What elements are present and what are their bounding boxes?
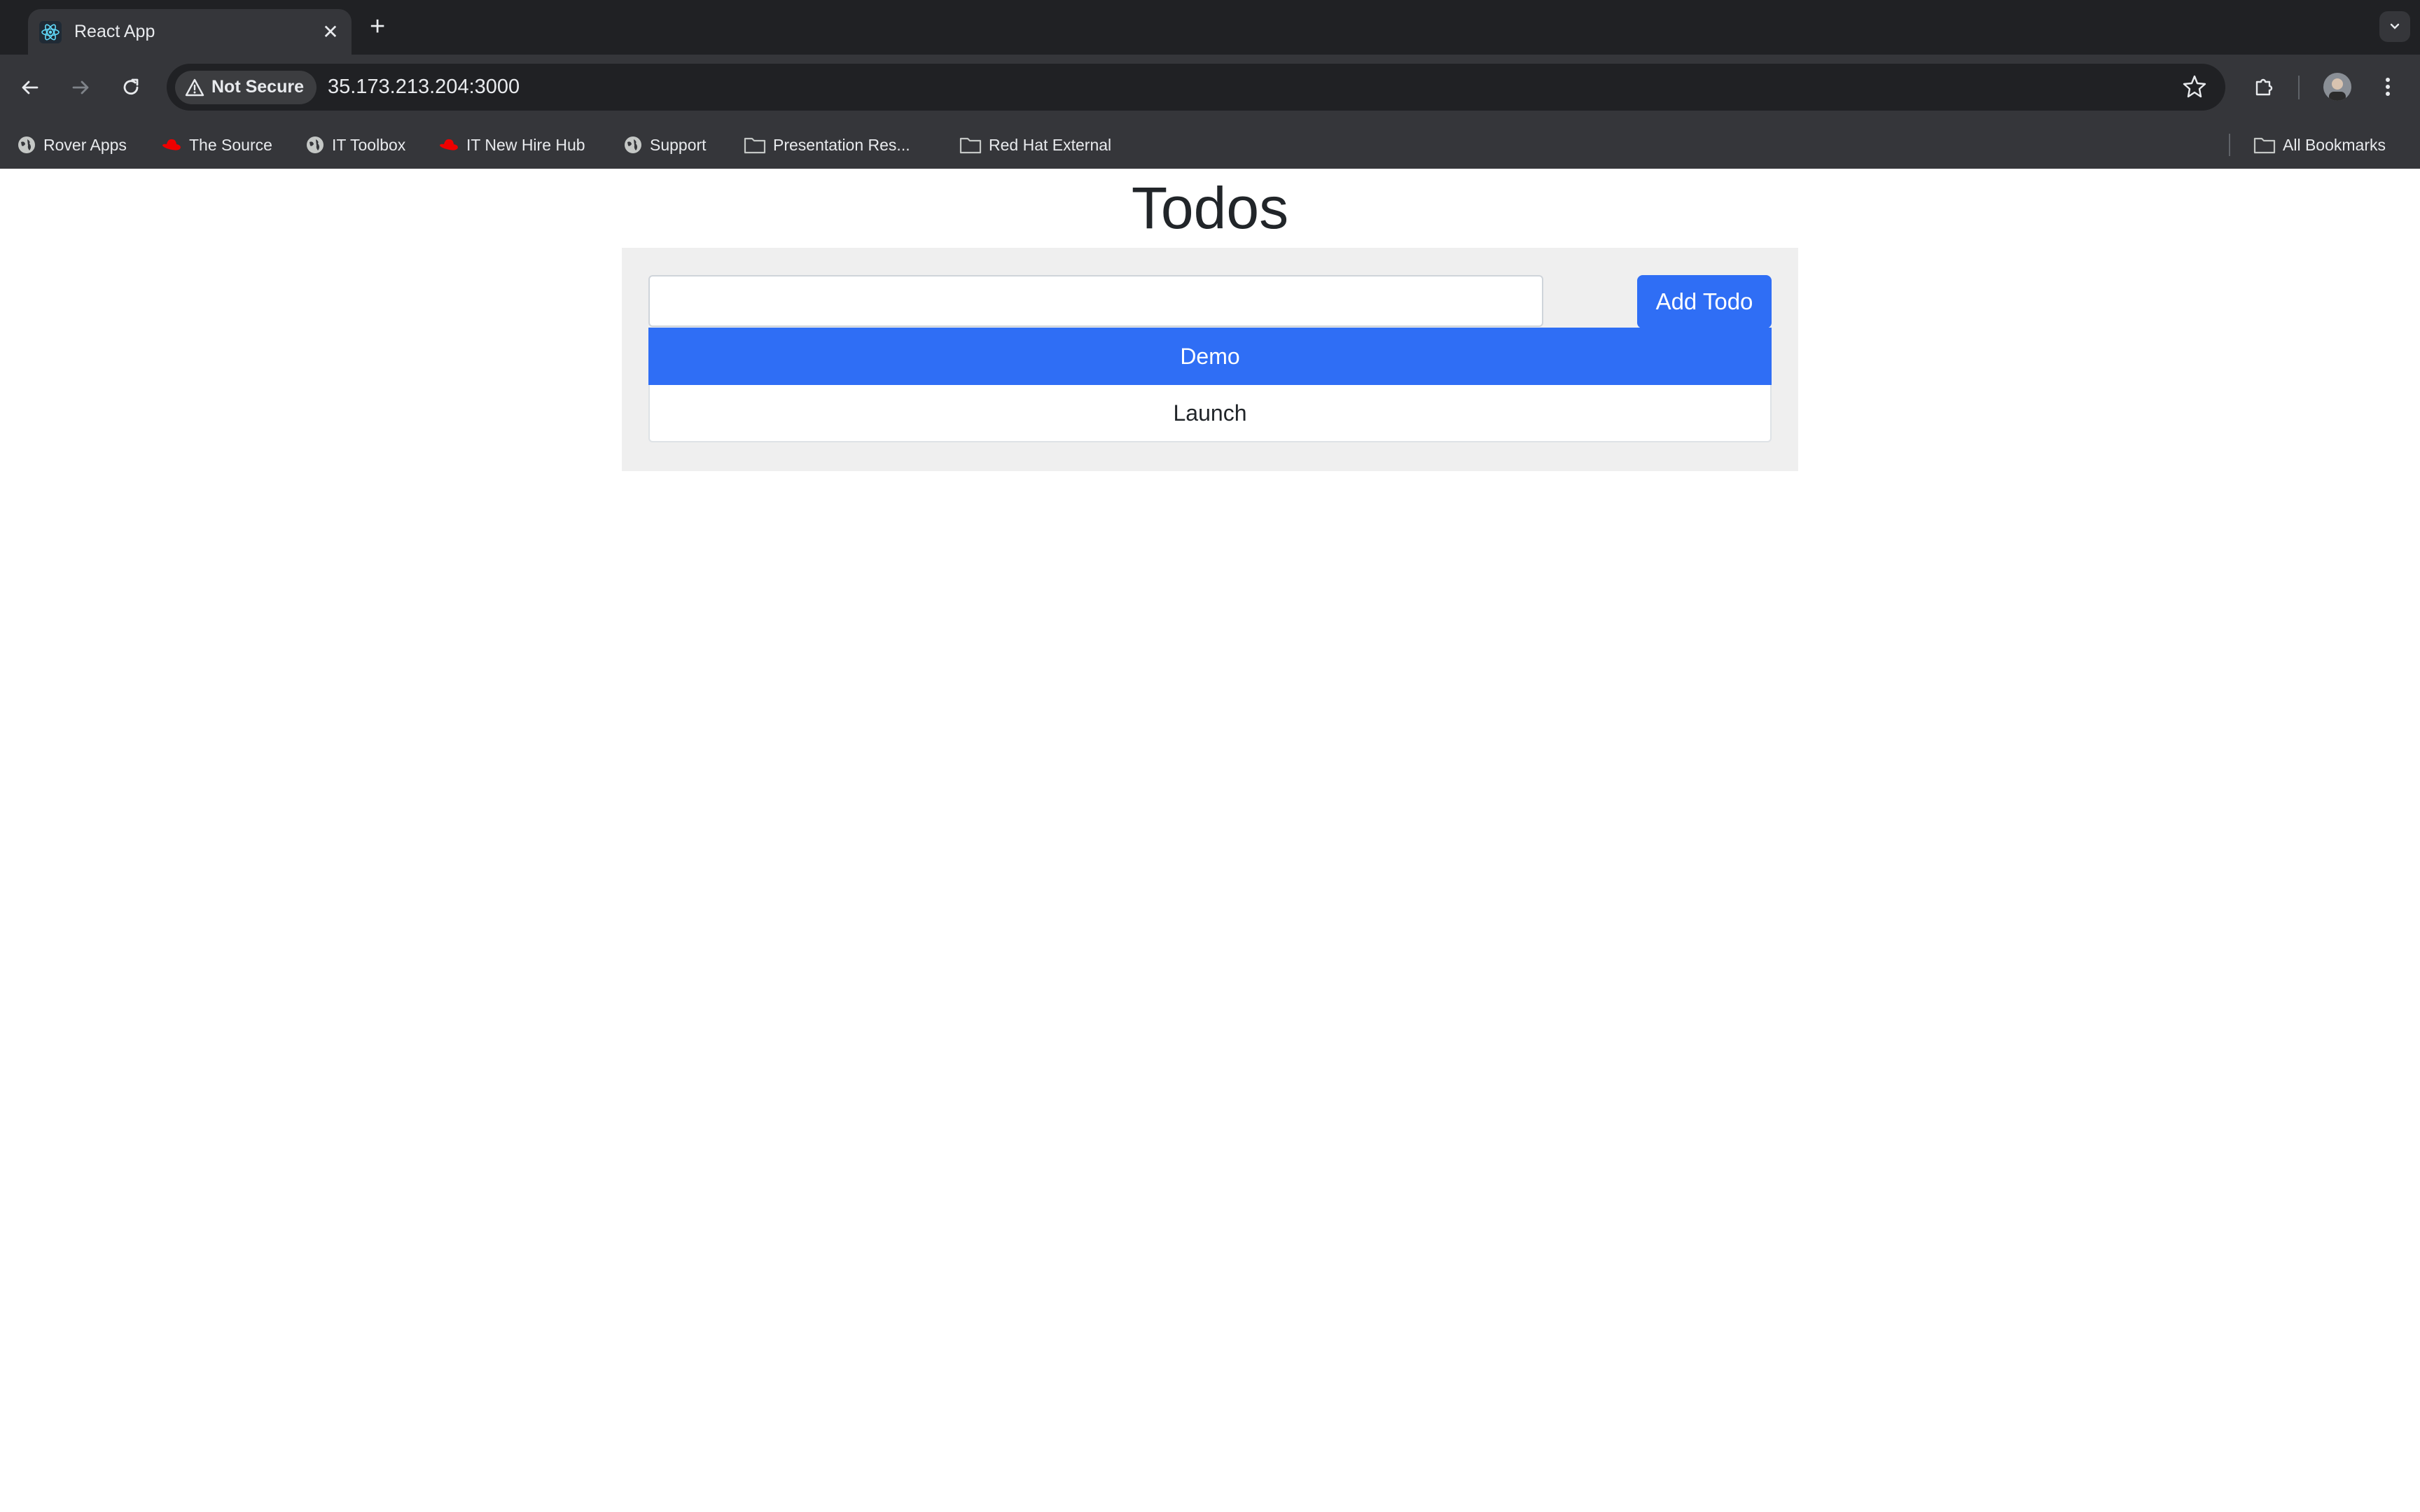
tab-search-button[interactable] (2379, 11, 2410, 42)
bookmark-rover-apps[interactable]: Rover Apps (17, 121, 127, 169)
back-button[interactable] (14, 71, 46, 104)
page-viewport: Todos Add Todo Demo Launch (0, 169, 2420, 1512)
reload-button[interactable] (115, 71, 147, 104)
url-text[interactable]: 35.173.213.204:3000 (328, 76, 520, 99)
browser-toolbar: Not Secure 35.173.213.204:3000 (0, 55, 2420, 121)
todo-input[interactable] (648, 275, 1543, 327)
new-tab-button[interactable]: + (370, 13, 385, 41)
bookmark-presentation-resources[interactable]: Presentation Res... (744, 121, 910, 169)
bookmark-it-toolbox[interactable]: IT Toolbox (305, 121, 405, 169)
react-icon (39, 20, 62, 43)
bookmarks-bar: Rover Apps The Source IT Toolbox IT New … (0, 121, 2420, 169)
bookmark-label: Support (650, 135, 707, 154)
folder-icon (959, 136, 982, 154)
redhat-icon (438, 137, 459, 153)
globe-icon (305, 135, 325, 155)
globe-icon (17, 135, 36, 155)
bookmark-label: IT Toolbox (332, 135, 406, 154)
todo-list: Demo Launch (648, 328, 1772, 442)
redhat-icon (161, 137, 182, 153)
todo-item-demo[interactable]: Demo (648, 328, 1772, 385)
star-icon (2183, 75, 2206, 98)
bookmark-label: Red Hat External (989, 135, 1112, 154)
menu-button[interactable] (2371, 70, 2405, 104)
reload-icon (123, 78, 139, 95)
bookmark-support[interactable]: Support (623, 121, 707, 169)
chevron-down-icon (2390, 23, 2400, 29)
bookmark-label: IT New Hire Hub (466, 135, 585, 154)
security-label: Not Secure (211, 77, 304, 97)
add-todo-button[interactable]: Add Todo (1637, 275, 1772, 328)
close-tab-icon[interactable]: ✕ (317, 20, 345, 43)
extensions-button[interactable] (2248, 70, 2281, 104)
arrow-right-icon (72, 80, 89, 94)
bookmark-star-button[interactable] (2181, 72, 2209, 104)
forward-button[interactable] (64, 71, 97, 104)
todo-card: Add Todo Demo Launch (622, 248, 1798, 471)
warning-icon (185, 78, 204, 96)
address-bar[interactable]: Not Secure 35.173.213.204:3000 (167, 64, 2225, 111)
bookmark-label: Presentation Res... (773, 135, 910, 154)
bookmark-the-source[interactable]: The Source (161, 121, 272, 169)
arrow-left-icon (22, 80, 39, 94)
bookmark-label: The Source (189, 135, 272, 154)
toolbar-divider (2298, 76, 2300, 99)
folder-icon (2253, 136, 2276, 154)
todo-item-launch[interactable]: Launch (648, 385, 1772, 442)
security-chip[interactable]: Not Secure (175, 70, 317, 104)
bookmark-label: Rover Apps (43, 135, 127, 154)
profile-avatar[interactable] (2323, 73, 2351, 101)
folder-icon (744, 136, 766, 154)
bookmark-red-hat-external[interactable]: Red Hat External (959, 121, 1111, 169)
bookmarks-divider (2229, 134, 2230, 156)
tab-title: React App (74, 22, 155, 41)
puzzle-icon (2255, 78, 2273, 96)
kebab-menu-icon (2386, 78, 2390, 96)
all-bookmarks-button[interactable]: All Bookmarks (2253, 121, 2386, 169)
globe-icon (623, 135, 643, 155)
browser-tab[interactable]: React App ✕ (28, 9, 352, 55)
page-title: Todos (1131, 175, 1289, 241)
bookmark-it-new-hire-hub[interactable]: IT New Hire Hub (438, 121, 585, 169)
all-bookmarks-label: All Bookmarks (2283, 135, 2386, 154)
person-icon (2329, 78, 2346, 101)
tab-strip: React App ✕ + (0, 0, 2420, 55)
